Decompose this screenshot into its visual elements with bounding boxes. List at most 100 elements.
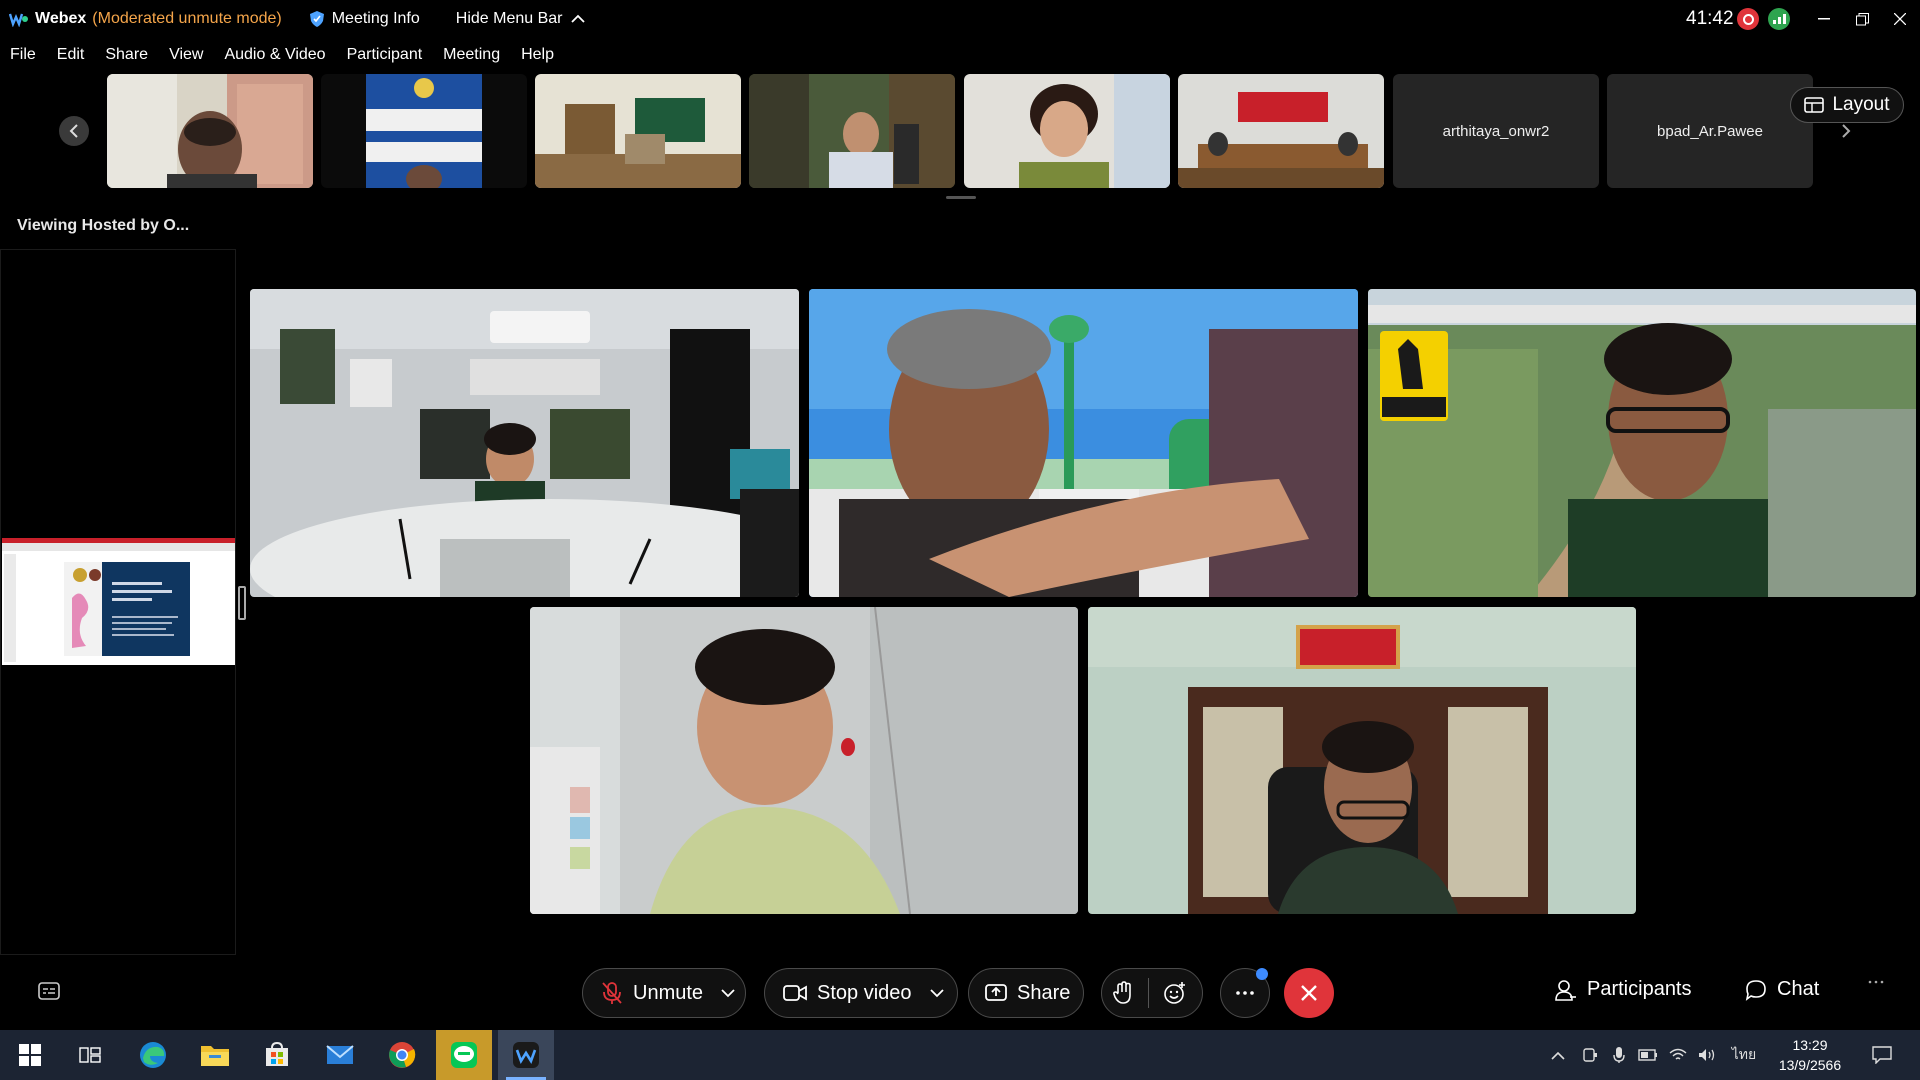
video-thumbnail[interactable] [321,74,527,188]
captions-icon [38,982,60,1000]
video-camera-icon [783,985,807,1001]
tray-volume-icon[interactable] [1695,1030,1719,1080]
store-icon [266,1042,288,1066]
minimize-button[interactable] [1804,4,1844,34]
participant-video [107,74,313,188]
menu-view[interactable]: View [169,46,203,64]
menu-share[interactable]: Share [105,46,148,64]
close-window-button[interactable] [1880,4,1920,34]
participant-video [749,74,955,188]
viewing-share-label: Viewing Hosted by O... [17,217,190,234]
start-button[interactable] [2,1030,58,1080]
video-thumbnail[interactable] [749,74,955,188]
meeting-mode-label: (Moderated unmute mode) [92,10,282,27]
app-title: Webex [35,10,87,27]
more-icon [1868,980,1884,984]
person-icon [1555,979,1576,1001]
panel-resize-handle[interactable] [238,586,246,620]
webex-logo-icon [9,9,29,29]
video-tile[interactable] [1368,289,1916,597]
shield-icon [309,11,324,27]
share-button[interactable]: Share [968,968,1084,1018]
video-tile[interactable] [1088,607,1636,914]
leave-meeting-button[interactable] [1284,968,1334,1018]
participants-button[interactable]: Participants [1555,978,1692,1001]
meeting-timer: 41:42 [1686,8,1734,29]
tray-battery-icon[interactable] [1636,1030,1660,1080]
menu-meeting[interactable]: Meeting [443,46,500,64]
store-button[interactable] [249,1030,305,1080]
windows-logo-icon [19,1044,41,1066]
notification-center-button[interactable] [1864,1030,1900,1080]
language-label: ไทย [1731,1046,1757,1062]
chevron-down-icon[interactable] [929,988,944,998]
emoji-reaction-icon[interactable] [1163,981,1187,1005]
network-health-icon[interactable] [1768,8,1790,30]
tray-device-icon[interactable] [1578,1030,1602,1080]
hide-menu-bar-button[interactable]: Hide Menu Bar [456,10,585,28]
filmstrip-prev-button[interactable] [59,116,89,146]
line-app-button[interactable] [436,1030,492,1080]
edge-browser-button[interactable] [125,1030,181,1080]
video-tile[interactable] [250,289,799,597]
microphone-icon [1613,1047,1625,1063]
restore-button[interactable] [1842,4,1882,34]
file-explorer-button[interactable] [187,1030,243,1080]
chevron-up-icon [1551,1051,1565,1060]
mail-button[interactable] [312,1030,368,1080]
device-icon [1583,1048,1597,1062]
participant-video [964,74,1170,188]
task-view-button[interactable] [62,1030,118,1080]
shared-content-panel[interactable] [0,249,236,955]
video-thumbnail[interactable] [107,74,313,188]
stop-video-label: Stop video [817,981,912,1004]
meeting-controls: Unmute Stop video Share Participants Cha… [0,960,1920,1030]
taskbar-clock[interactable]: 13:29 13/9/2566 [1760,1035,1860,1075]
filmstrip-resize-handle[interactable] [946,196,976,199]
recording-icon[interactable] [1737,8,1759,30]
panel-more-button[interactable] [1868,980,1884,984]
chat-label: Chat [1777,978,1820,1000]
webex-taskbar-button[interactable] [498,1030,554,1080]
menu-help[interactable]: Help [521,46,554,64]
line-icon [451,1042,477,1068]
show-hidden-icons-button[interactable] [1546,1030,1570,1080]
video-thumbnail[interactable] [1178,74,1384,188]
filmstrip-next-button[interactable] [1831,116,1861,146]
raise-hand-icon[interactable] [1112,981,1134,1005]
tray-wifi-icon[interactable] [1666,1030,1690,1080]
menu-file[interactable]: File [10,46,36,64]
video-thumbnail[interactable] [535,74,741,188]
tray-microphone-icon[interactable] [1607,1030,1631,1080]
language-indicator[interactable]: ไทย [1724,1030,1764,1080]
participant-video [809,289,1358,597]
layout-label: Layout [1832,94,1890,115]
menu-audio-video[interactable]: Audio & Video [224,46,325,64]
meeting-info-button[interactable]: Meeting Info [309,10,420,28]
participant-name-tile[interactable]: arthitaya_onwr2 [1393,74,1599,188]
chat-button[interactable]: Chat [1745,978,1819,1001]
participant-filmstrip: arthitaya_onwr2 bpad_Ar.Pawee Layout [0,72,1920,192]
video-tile[interactable] [530,607,1078,914]
title-bar: Webex (Moderated unmute mode) Meeting In… [0,0,1920,38]
speaker-icon [1699,1049,1715,1061]
video-tile[interactable] [809,289,1358,597]
video-thumbnail[interactable] [964,74,1170,188]
windows-taskbar: ไทย 13:29 13/9/2566 [0,1030,1920,1080]
folder-icon [201,1046,229,1066]
notification-dot [1256,968,1268,980]
close-icon [1301,985,1317,1001]
menu-participant[interactable]: Participant [347,46,423,64]
battery-icon [1638,1049,1657,1061]
chevron-down-icon[interactable] [721,988,735,998]
share-label: Share [1017,981,1071,1004]
chrome-button[interactable] [374,1030,430,1080]
participant-name-tile[interactable]: bpad_Ar.Pawee [1607,74,1813,188]
menu-edit[interactable]: Edit [57,46,85,64]
captions-button[interactable] [38,982,60,1000]
unmute-label: Unmute [633,981,704,1004]
task-view-icon [79,1047,101,1063]
unmute-button[interactable]: Unmute [582,968,746,1018]
stop-video-button[interactable]: Stop video [764,968,958,1018]
participant-video [321,74,527,188]
